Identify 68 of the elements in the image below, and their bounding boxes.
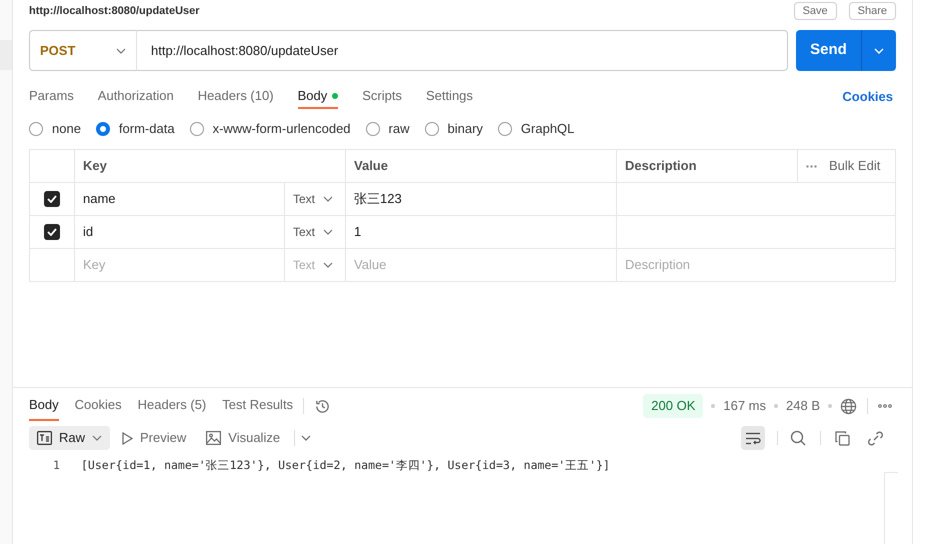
checkbox[interactable] <box>44 224 60 240</box>
wrap-lines-icon <box>745 432 761 444</box>
history-icon[interactable] <box>314 398 332 414</box>
chevron-down-icon <box>874 48 884 54</box>
key-cell: id <box>83 224 94 240</box>
link-icon[interactable] <box>868 430 883 446</box>
response-time: 167 ms <box>723 397 766 416</box>
chevron-down-icon <box>116 48 126 54</box>
body-type-option[interactable]: raw <box>366 119 410 139</box>
response-size: 248 B <box>786 397 820 416</box>
check-icon <box>47 195 57 204</box>
response-tab[interactable]: Body <box>29 391 59 421</box>
status-badge: 200 OK <box>643 394 704 418</box>
request-tab[interactable]: Scripts <box>362 85 402 109</box>
radio-button[interactable] <box>96 122 110 136</box>
more-options-icon <box>806 164 818 168</box>
view-mode-button[interactable]: Raw <box>29 426 110 450</box>
radio-button[interactable] <box>190 122 204 136</box>
value-cell: 张三123 <box>354 191 402 206</box>
more-options-icon[interactable] <box>878 404 892 408</box>
save-button[interactable]: Save <box>794 2 837 20</box>
chevron-down-icon <box>323 229 334 235</box>
cookies-link[interactable]: Cookies <box>842 87 893 107</box>
play-icon <box>122 432 134 444</box>
globe-icon[interactable] <box>840 398 857 414</box>
column-header: Description <box>616 150 798 182</box>
key-cell: name <box>83 191 116 206</box>
chevron-down-icon <box>323 196 334 202</box>
code-line: [User{id=1, name='张三123'}, User{id=2, name='李四'}, User{id=3, name='王五'}] <box>81 457 610 474</box>
view-mode-button[interactable]: Visualize <box>198 426 288 450</box>
checkbox[interactable] <box>44 191 60 208</box>
column-header: Value <box>346 150 617 182</box>
request-title: http://localhost:8080/updateUser <box>29 4 201 19</box>
text-format-icon <box>37 431 52 445</box>
body-type-option[interactable]: binary <box>424 119 483 139</box>
request-tab[interactable]: Headers (10) <box>198 85 274 109</box>
body-type-option[interactable]: none <box>29 119 81 139</box>
body-type-option[interactable]: GraphQL <box>498 119 574 139</box>
image-icon <box>206 431 222 445</box>
request-tab[interactable]: Authorization <box>98 85 174 109</box>
chevron-down-icon[interactable] <box>301 435 312 441</box>
response-tab[interactable]: Headers (5) <box>138 391 206 421</box>
column-header: Key <box>74 150 346 182</box>
copy-icon[interactable] <box>835 430 850 446</box>
share-button[interactable]: Share <box>848 2 896 20</box>
chevron-down-icon <box>323 262 334 268</box>
scrollbar-track[interactable] <box>884 472 898 544</box>
radio-button[interactable] <box>29 122 43 136</box>
method-dropdown[interactable]: POST <box>29 30 137 71</box>
response-tab[interactable]: Cookies <box>74 391 122 421</box>
chevron-down-icon <box>92 435 102 441</box>
radio-button[interactable] <box>366 122 380 136</box>
view-mode-button[interactable]: Preview <box>114 426 194 450</box>
request-tab[interactable]: Body <box>298 85 338 109</box>
line-number: 1 <box>53 457 59 474</box>
body-type-option[interactable]: form-data <box>96 119 175 139</box>
wrap-lines-button[interactable] <box>741 426 765 450</box>
radio-button[interactable] <box>498 122 512 136</box>
request-tab[interactable]: Settings <box>426 85 473 109</box>
body-type-option[interactable]: x-www-form-urlencoded <box>190 119 351 139</box>
request-tab[interactable]: Params <box>29 85 74 109</box>
radio-button[interactable] <box>424 122 438 136</box>
check-icon <box>47 228 57 236</box>
response-tab[interactable]: Test Results <box>222 391 294 421</box>
send-button[interactable]: Send <box>796 30 862 71</box>
search-icon[interactable] <box>790 430 806 446</box>
url-field[interactable]: http://localhost:8080/updateUser <box>137 30 788 71</box>
value-cell: 1 <box>354 224 362 240</box>
